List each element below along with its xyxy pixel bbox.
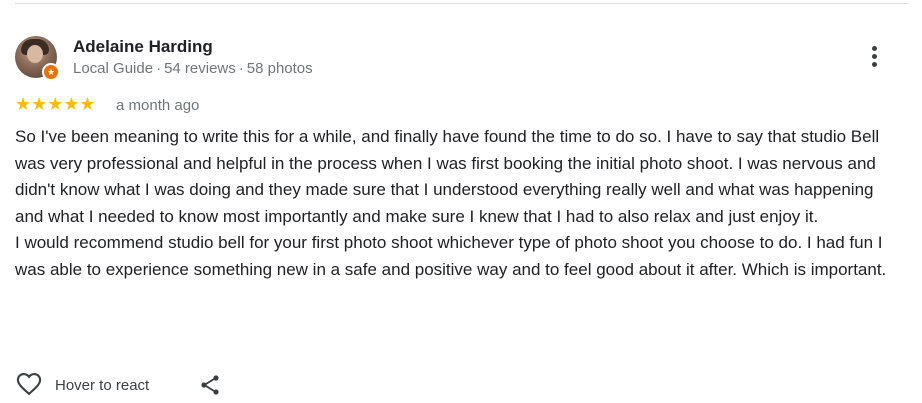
avatar-face: [27, 45, 43, 63]
review-paragraph: I would recommend studio bell for your f…: [15, 233, 887, 279]
avatar[interactable]: ★: [15, 36, 60, 81]
review-actions: Hover to react: [15, 370, 315, 400]
review-count: 54 reviews: [164, 60, 236, 77]
share-icon: [201, 375, 219, 395]
reviewer-meta: Local Guide · 54 reviews · 58 photos: [73, 60, 313, 77]
local-guide-label: Local Guide: [73, 60, 154, 77]
review-text: So I've been meaning to write this for a…: [15, 124, 895, 283]
more-vert-icon: [862, 46, 886, 67]
share-button[interactable]: [198, 373, 222, 397]
photo-count: 58 photos: [246, 60, 313, 77]
heart-outline-icon: [16, 373, 42, 396]
rating-row: ★★★★★ a month ago: [15, 94, 908, 118]
top-divider: [15, 3, 908, 4]
reviewer-name[interactable]: Adelaine Harding: [73, 37, 213, 57]
local-guide-badge-icon: ★: [42, 63, 60, 81]
like-button[interactable]: [15, 370, 45, 400]
meta-separator: ·: [156, 60, 162, 77]
review-paragraph: So I've been meaning to write this for a…: [15, 127, 880, 226]
review-header: ★ Adelaine Harding Local Guide · 54 review…: [15, 36, 908, 84]
more-options-button[interactable]: [862, 44, 886, 72]
star-rating: ★★★★★: [15, 94, 96, 114]
review-card: ★ Adelaine Harding Local Guide · 54 review…: [15, 36, 908, 283]
review-date: a month ago: [116, 97, 200, 114]
meta-separator: ·: [238, 60, 244, 77]
hover-to-react-label: Hover to react: [55, 377, 150, 394]
